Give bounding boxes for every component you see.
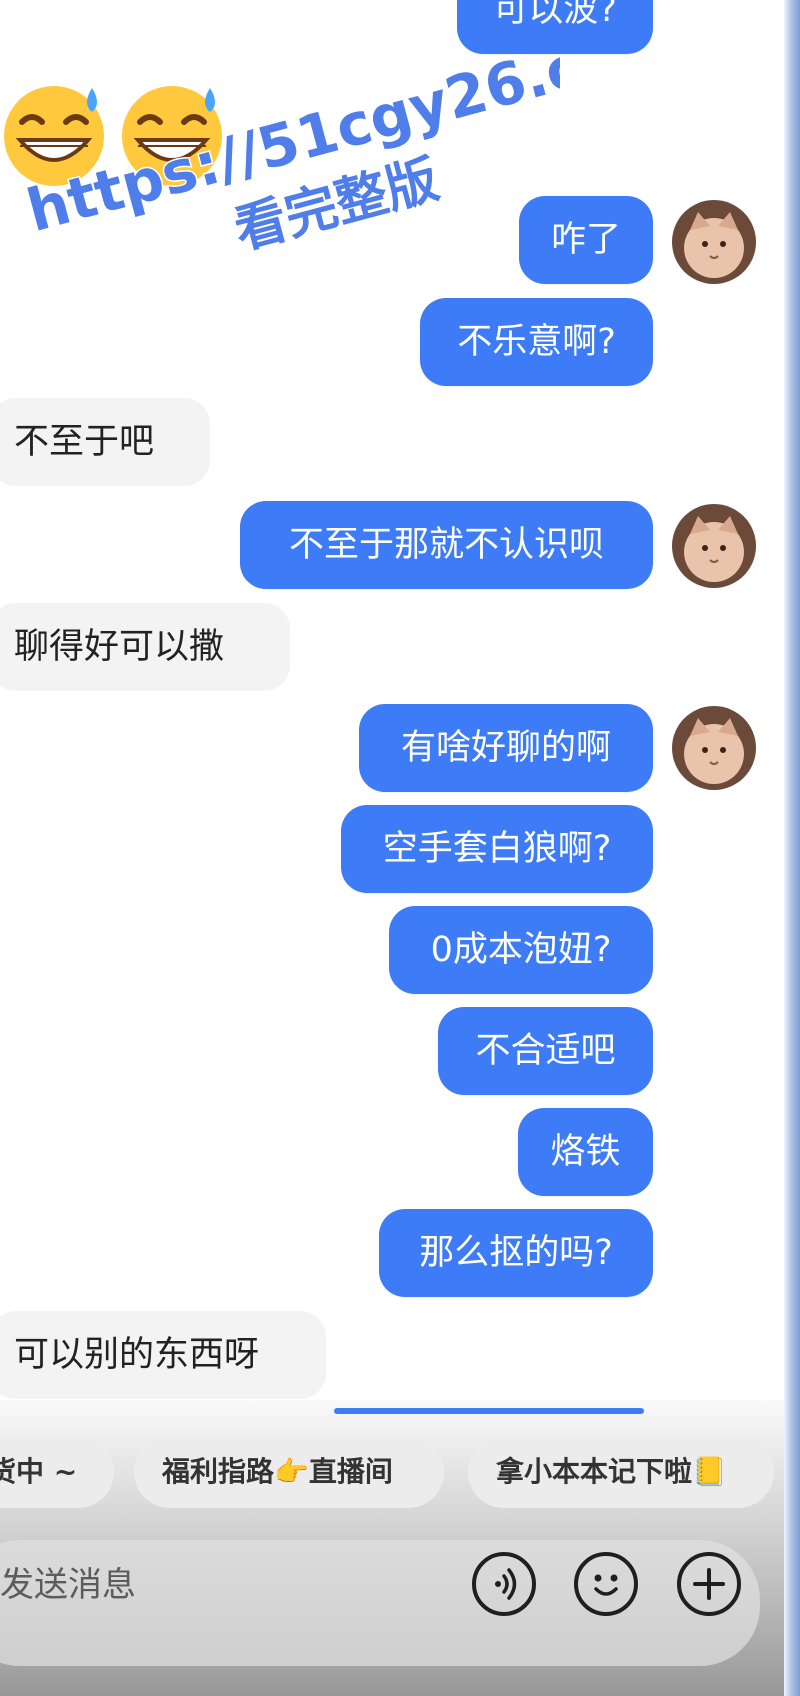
- message-text: 可以波?: [493, 0, 617, 30]
- message-text: 不至于吧: [14, 422, 155, 462]
- quick-reply-label: 拿小本本记下啦📒: [496, 1455, 727, 1488]
- message-bubble-outgoing[interactable]: 0成本泡妞?: [389, 906, 653, 994]
- scrollbar-track[interactable]: [784, 0, 800, 1696]
- message-input-placeholder: 发送消息: [0, 1565, 136, 1605]
- emoji-button[interactable]: [574, 1552, 638, 1616]
- message-text: 那么抠的吗?: [419, 1233, 613, 1273]
- more-button[interactable]: [677, 1552, 741, 1616]
- message-bubble-outgoing[interactable]: 不至于那就不认识呗: [240, 501, 653, 589]
- emoji-message[interactable]: [0, 78, 240, 190]
- message-text: 有啥好聊的啊: [400, 728, 611, 768]
- grinning-sweat-emoji-icon: [4, 86, 104, 186]
- quick-reply-chip[interactable]: 福利指路👉直播间: [134, 1436, 444, 1508]
- message-text: 不合适吧: [475, 1031, 616, 1071]
- message-text: 烙铁: [550, 1132, 621, 1172]
- message-text: 0成本泡妞?: [430, 930, 612, 970]
- message-bubble-outgoing[interactable]: 那么抠的吗?: [379, 1209, 653, 1297]
- avatar[interactable]: [672, 200, 756, 284]
- avatar[interactable]: [672, 706, 756, 790]
- message-bubble-incoming[interactable]: 不至于吧: [0, 398, 210, 486]
- avatar-cat-icon: [672, 504, 756, 588]
- message-text: 不乐意啊?: [457, 322, 616, 362]
- emoji-icon: [594, 1574, 618, 1596]
- voice-icon: [495, 1568, 517, 1600]
- message-bubble-incoming[interactable]: 聊得好可以撒: [0, 603, 290, 691]
- message-bubble-outgoing[interactable]: 有啥好聊的啊: [359, 704, 653, 792]
- voice-button[interactable]: [472, 1552, 536, 1616]
- message-bubble-incoming[interactable]: 可以别的东西呀: [0, 1311, 326, 1399]
- message-bubble-outgoing[interactable]: 不合适吧: [438, 1007, 653, 1095]
- grinning-sweat-emoji-icon: [122, 86, 222, 186]
- avatar-cat-icon: [672, 200, 756, 284]
- message-bubble-outgoing[interactable]: 不乐意啊?: [420, 298, 653, 386]
- plus-icon: [693, 1568, 725, 1600]
- message-bubble-outgoing[interactable]: 烙铁: [518, 1108, 653, 1196]
- avatar-cat-icon: [672, 706, 756, 790]
- message-text: 聊得好可以撒: [14, 627, 225, 667]
- quick-reply-label: 货中 ~: [0, 1455, 78, 1488]
- message-text: 空手套白狼啊?: [382, 829, 612, 869]
- message-bubble-outgoing[interactable]: 空手套白狼啊?: [341, 805, 653, 893]
- quick-reply-chip[interactable]: 拿小本本记下啦📒: [468, 1436, 774, 1508]
- quick-reply-chip[interactable]: 货中 ~: [0, 1436, 114, 1508]
- message-bubble-outgoing[interactable]: 咋了: [519, 196, 653, 284]
- message-bubble-outgoing-partial: [334, 1408, 644, 1414]
- message-text: 不至于那就不认识呗: [288, 525, 604, 565]
- quick-reply-label: 福利指路👉直播间: [162, 1455, 393, 1488]
- message-text: 可以别的东西呀: [14, 1335, 260, 1375]
- message-bubble-outgoing[interactable]: 可以波?: [457, 0, 653, 54]
- message-text: 咋了: [550, 220, 621, 260]
- avatar[interactable]: [672, 504, 756, 588]
